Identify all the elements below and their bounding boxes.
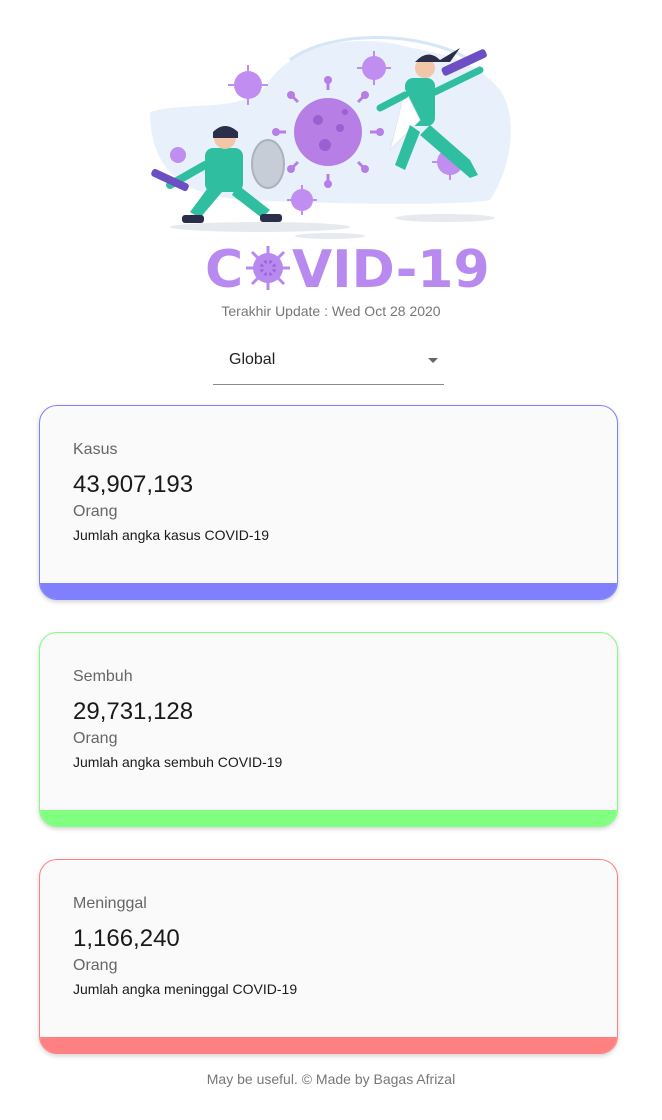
hero-illustration: C VID-19 [0, 0, 662, 300]
card-title: Meninggal [73, 895, 147, 912]
stat-card-kasus: Kasus 43,907,193 Orang Jumlah angka kasu… [39, 405, 618, 600]
virus-o-icon [246, 246, 290, 290]
card-description: Jumlah angka meninggal COVID-19 [73, 981, 298, 997]
stat-card-meninggal: Meninggal 1,166,240 Orang Jumlah angka m… [39, 859, 618, 1054]
card-title: Kasus [73, 441, 118, 458]
card-color-bar [40, 798, 617, 826]
card-number: 29,731,128 [73, 698, 194, 725]
card-unit: Orang [73, 503, 118, 520]
stat-card-sembuh: Sembuh 29,731,128 Orang Jumlah angka sem… [39, 632, 618, 827]
covid-illustration: C VID-19 [150, 36, 511, 300]
card-number: 1,166,240 [73, 925, 180, 952]
page: C VID-19 Terakhir Update : Wed Oct 28 20… [0, 0, 662, 1120]
card-unit: Orang [73, 957, 118, 974]
card-unit: Orang [73, 730, 118, 747]
card-title: Sembuh [73, 668, 133, 685]
card-color-bar [40, 571, 617, 599]
card-description: Jumlah angka sembuh COVID-19 [73, 754, 283, 770]
logo-text-left: C [205, 240, 243, 300]
card-color-bar [40, 1025, 617, 1053]
last-update-text: Terakhir Update : Wed Oct 28 2020 [221, 303, 441, 319]
footer-text: May be useful. © Made by Bagas Afrizal [206, 1071, 456, 1087]
region-select-value: Global [229, 351, 276, 368]
logo-text-right: VID-19 [292, 240, 490, 300]
card-description: Jumlah angka kasus COVID-19 [73, 527, 270, 543]
chevron-down-icon [428, 358, 438, 363]
region-select[interactable]: Global [213, 340, 444, 385]
card-number: 43,907,193 [73, 471, 194, 498]
